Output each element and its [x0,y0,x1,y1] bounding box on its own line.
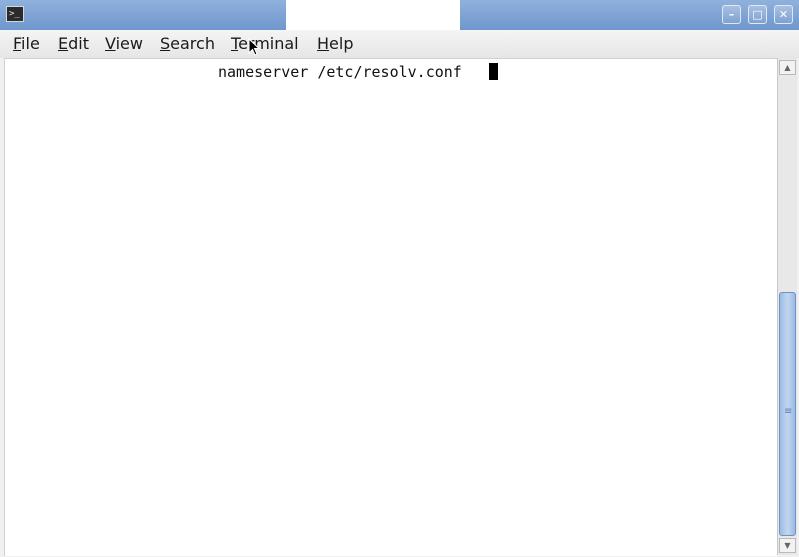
menu-help[interactable]: Help [317,34,353,54]
maximize-button[interactable]: □ [748,5,767,24]
terminal-icon: >_ [6,6,24,22]
menu-search[interactable]: Search [160,34,215,54]
menu-view[interactable]: View [105,34,143,54]
text-cursor [489,63,498,80]
menu-terminal[interactable]: Terminal [231,34,299,54]
vertical-scrollbar[interactable]: ▲ ≡ ▼ [777,58,797,555]
minimize-button[interactable]: – [722,5,741,24]
terminal-line: nameserver /etc/resolv.conf [218,63,471,81]
menu-edit[interactable]: Edit [58,34,89,54]
scroll-down-icon[interactable]: ▼ [779,538,796,553]
close-icon: ✕ [778,8,789,21]
minimize-icon: – [728,8,735,21]
close-button[interactable]: ✕ [774,5,793,24]
mouse-pointer-icon [248,38,260,56]
scroll-up-icon[interactable]: ▲ [779,60,796,75]
menu-file[interactable]: File [13,34,40,54]
maximize-icon: □ [752,8,763,21]
title-bar[interactable]: >_ – □ ✕ [0,0,799,30]
terminal-output[interactable]: nameserver /etc/resolv.conf [4,58,778,556]
window-title-area [286,0,460,30]
menu-bar: File Edit View Search Terminal Help [0,30,799,58]
grip-icon: ≡ [784,406,793,417]
scroll-thumb[interactable]: ≡ [779,292,796,536]
